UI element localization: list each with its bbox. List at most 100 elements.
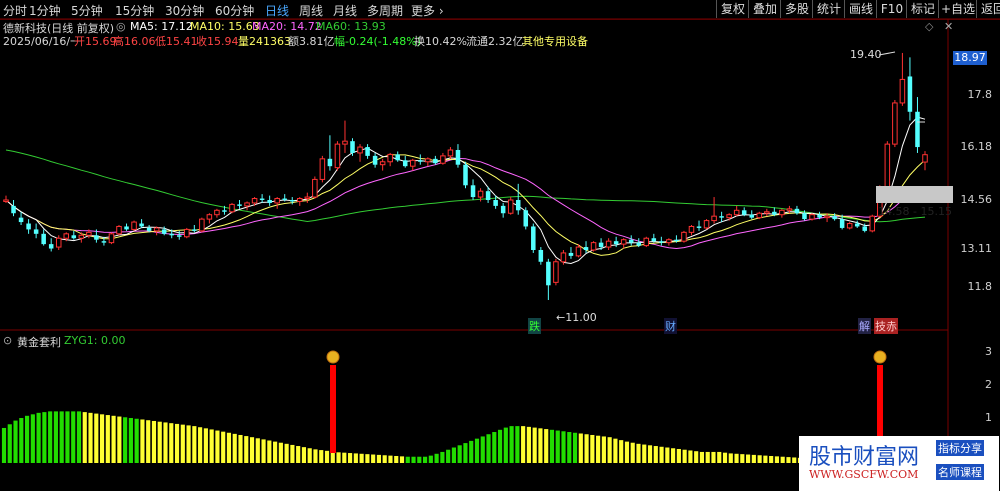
candle-body [259, 198, 265, 200]
candle-body [124, 226, 129, 230]
indicator-bar [497, 429, 503, 463]
indicator-bar [53, 411, 58, 463]
candle-body [892, 102, 898, 145]
candle-body [63, 233, 70, 239]
candle-body [3, 199, 9, 202]
indicator-bar [192, 426, 197, 463]
site-watermark: 股市财富网 指标分享 WWW.GSCFW.COM 名师课程 [799, 436, 999, 491]
ind-axis-3: 3 [985, 345, 992, 358]
indicator-bar [440, 451, 445, 463]
indicator-bar [555, 430, 560, 463]
signal-moneybag-icon [873, 350, 887, 364]
candle-body [824, 215, 830, 219]
indicator-bar [359, 453, 364, 463]
indicator-bar [376, 454, 382, 463]
candle-body [425, 158, 431, 163]
indicator-bar [509, 426, 514, 463]
ma20-label: MA20: 14.72 [252, 20, 322, 33]
indicator-bar [734, 453, 739, 463]
candle-body [553, 261, 559, 283]
candle-body [846, 223, 853, 229]
candle-body [153, 227, 160, 232]
event-special-marker[interactable]: 技赤 [874, 318, 898, 334]
close-icon[interactable]: ✕ [944, 20, 953, 33]
candle-body [884, 143, 891, 188]
quote-date: 2025/06/16/一 [3, 35, 82, 48]
indicator-bar [584, 434, 589, 463]
candle-body [206, 214, 213, 220]
indicator-bar [336, 452, 341, 463]
indicator-bar [267, 440, 272, 463]
candle-body [447, 149, 454, 157]
candle-body [11, 205, 16, 214]
indicator-bar [405, 456, 410, 463]
candle-body [620, 239, 627, 245]
candle-body [681, 231, 687, 242]
candle-body [282, 198, 287, 200]
candle-body [674, 239, 679, 242]
indicator-bar [169, 423, 174, 463]
indicator-bar [128, 418, 133, 463]
candle-body [251, 198, 258, 204]
indicator-bar [174, 423, 180, 463]
indicator-bar [619, 440, 624, 463]
indicator-bar [13, 420, 18, 463]
collapse-icon[interactable]: ◎ [116, 20, 126, 33]
indicator-bar [792, 457, 797, 463]
signal-moneybag-icon [326, 350, 340, 364]
indicator-bar [567, 432, 572, 463]
indicator-bar [65, 411, 70, 463]
watermark-url: WWW.GSCFW.COM [809, 468, 919, 481]
candle-body [531, 226, 536, 250]
indicator-bar [705, 451, 710, 463]
indicator-bar [757, 455, 762, 463]
candle-body [688, 225, 695, 233]
candle-body [71, 235, 77, 239]
candle-body [741, 210, 747, 215]
event-finance-marker[interactable]: 财 [664, 318, 677, 334]
indicator-bar [71, 411, 76, 463]
event-unlock-marker[interactable]: 解 [858, 318, 871, 334]
indicator-bar [88, 412, 93, 463]
indicator-bar [769, 455, 774, 463]
candle-body [387, 153, 393, 163]
high-price-label: 19.40 [850, 48, 882, 61]
candle-body [802, 213, 807, 220]
axis-tick-11.80: 11.8 [967, 280, 993, 293]
candle-body [176, 235, 182, 237]
event-fall-marker[interactable]: 跌 [528, 318, 541, 334]
candle-body [764, 211, 770, 214]
indicator-collapse-icon[interactable]: ⊙ [3, 334, 12, 347]
settings-icon[interactable]: ◇ [925, 20, 933, 33]
candle-body [854, 223, 860, 227]
candle-body [538, 250, 544, 262]
candle-body [116, 225, 122, 235]
indicator-bar [157, 421, 162, 463]
candle-body [222, 210, 227, 212]
candle-body [749, 214, 755, 218]
candle-body [477, 190, 484, 198]
indicator-bar [48, 411, 53, 463]
indicator-bar [151, 420, 157, 463]
candle-body [786, 208, 793, 211]
candle-body [327, 158, 333, 167]
range-box [876, 186, 953, 203]
indicator-bar [590, 434, 595, 463]
indicator-bar [578, 433, 583, 463]
candle-body [365, 147, 370, 156]
axis-tick-16.18: 16.18 [960, 140, 993, 153]
indicator-bar [642, 444, 647, 463]
indicator-bar [324, 450, 330, 463]
candle-body [379, 161, 386, 166]
chart-canvas[interactable] [0, 0, 1000, 491]
indicator-bar [296, 446, 301, 463]
candle-body [18, 217, 24, 223]
axis-tick-13.11: 13.11 [960, 242, 993, 255]
indicator-bar [273, 441, 278, 463]
candle-body [289, 200, 295, 202]
indicator-bar [226, 432, 232, 463]
candle-body [915, 111, 920, 148]
candle-body [342, 140, 348, 145]
candle-body [192, 229, 197, 231]
indicator-bar [261, 439, 266, 463]
